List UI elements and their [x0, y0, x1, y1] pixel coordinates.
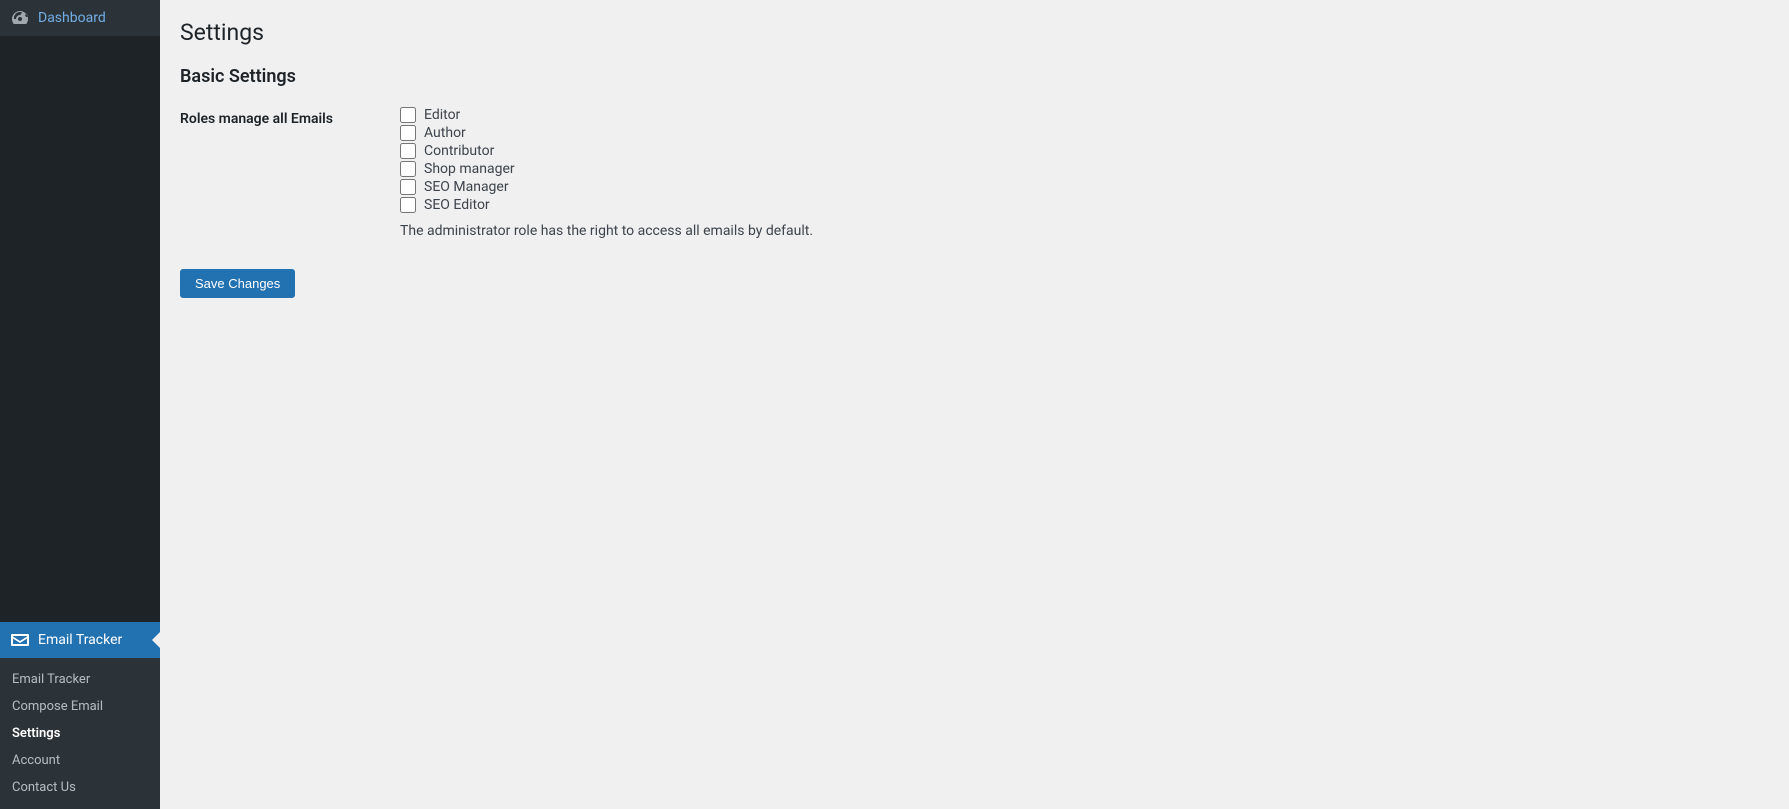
role-seo-manager-label: SEO Manager — [424, 179, 509, 195]
role-editor-checkbox[interactable] — [400, 107, 416, 123]
submenu-item-email-tracker[interactable]: Email Tracker — [0, 666, 160, 693]
page-title: Settings — [180, 10, 1769, 50]
role-seo-editor-checkbox[interactable] — [400, 197, 416, 213]
main-content: Settings Basic Settings Roles manage all… — [160, 0, 1789, 809]
save-button[interactable]: Save Changes — [180, 269, 295, 298]
role-seo-editor-row[interactable]: SEO Editor — [400, 197, 1769, 213]
submenu-item-account[interactable]: Account — [0, 747, 160, 774]
role-editor-row[interactable]: Editor — [400, 107, 1769, 123]
roles-description: The administrator role has the right to … — [400, 223, 1769, 239]
roles-form-row: Roles manage all Emails Editor Author Co… — [180, 107, 1769, 239]
sidebar-submenu: Email Tracker Compose Email Settings Acc… — [0, 658, 160, 809]
sidebar-spacer — [0, 36, 160, 622]
role-author-checkbox[interactable] — [400, 125, 416, 141]
submenu-item-compose-email[interactable]: Compose Email — [0, 693, 160, 720]
role-shop-manager-checkbox[interactable] — [400, 161, 416, 177]
sidebar-item-dashboard[interactable]: Dashboard — [0, 0, 160, 36]
roles-field: Editor Author Contributor Shop manager S… — [400, 107, 1769, 239]
role-contributor-checkbox[interactable] — [400, 143, 416, 159]
role-author-row[interactable]: Author — [400, 125, 1769, 141]
role-contributor-label: Contributor — [424, 143, 494, 159]
email-icon — [10, 630, 30, 650]
roles-label: Roles manage all Emails — [180, 107, 400, 127]
role-shop-manager-row[interactable]: Shop manager — [400, 161, 1769, 177]
role-contributor-row[interactable]: Contributor — [400, 143, 1769, 159]
admin-sidebar: Dashboard Email Tracker Email Tracker Co… — [0, 0, 160, 809]
role-seo-manager-checkbox[interactable] — [400, 179, 416, 195]
submenu-item-contact-us[interactable]: Contact Us — [0, 774, 160, 801]
sidebar-item-email-tracker[interactable]: Email Tracker — [0, 622, 160, 658]
role-editor-label: Editor — [424, 107, 460, 123]
role-seo-manager-row[interactable]: SEO Manager — [400, 179, 1769, 195]
submenu-item-settings[interactable]: Settings — [0, 720, 160, 747]
role-shop-manager-label: Shop manager — [424, 161, 515, 177]
section-title: Basic Settings — [180, 66, 1769, 87]
sidebar-email-tracker-label: Email Tracker — [38, 632, 122, 648]
role-author-label: Author — [424, 125, 466, 141]
dashboard-icon — [10, 8, 30, 28]
role-seo-editor-label: SEO Editor — [424, 197, 490, 213]
sidebar-dashboard-label: Dashboard — [38, 10, 106, 26]
